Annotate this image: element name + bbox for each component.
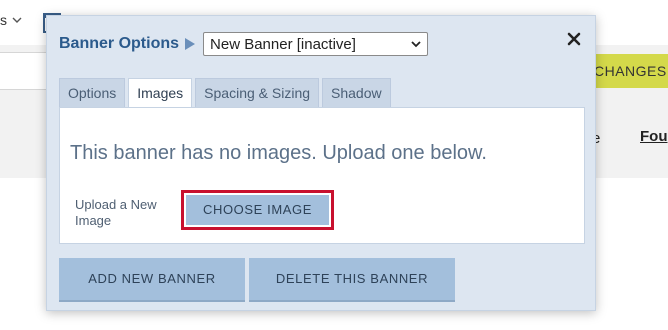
tab-spacing-sizing[interactable]: Spacing & Sizing [195,78,320,107]
dialog-footer: ADD NEW BANNER DELETE THIS BANNER [59,258,459,300]
choose-image-highlight: CHOOSE IMAGE [181,190,334,230]
upload-label: Upload a New Image [75,197,157,228]
banner-select[interactable]: New Banner [inactive] [203,32,429,56]
chevron-down-icon [411,41,421,48]
add-new-banner-button[interactable]: ADD NEW BANNER [59,258,245,300]
no-images-message: This banner has no images. Upload one be… [70,142,487,164]
arrow-right-icon [185,38,196,50]
dialog-title: Banner Options [59,35,180,52]
delete-banner-button[interactable]: DELETE THIS BANNER [249,258,455,300]
dialog-header: Banner Options New Banner [inactive] [59,31,429,57]
menu-label[interactable]: s [0,12,7,28]
tab-images[interactable]: Images [128,78,193,109]
images-panel: This banner has no images. Upload one be… [59,107,585,244]
nav-link[interactable]: Fou [640,128,668,145]
tab-bar: Options Images Spacing & Sizing Shadow [59,78,394,109]
close-icon[interactable] [567,32,581,46]
banner-select-value: New Banner [inactive] [210,35,356,53]
tab-shadow[interactable]: Shadow [322,78,391,107]
tab-options[interactable]: Options [59,78,126,107]
choose-image-button[interactable]: CHOOSE IMAGE [186,195,329,225]
banner-options-dialog: Banner Options New Banner [inactive] Opt… [46,15,596,311]
save-changes-button[interactable]: CHANGES [585,54,668,88]
chevron-down-icon [12,17,22,23]
